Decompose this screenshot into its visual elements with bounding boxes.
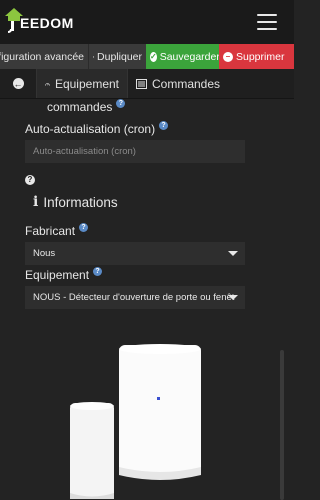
informations-text: Informations	[43, 194, 118, 210]
tab-commandes[interactable]: Commandes	[128, 69, 228, 98]
informations-heading: i Informations	[33, 194, 118, 210]
equipment-select[interactable]: NOUS - Détecteur d'ouverture de porte ou…	[25, 286, 245, 309]
copy-icon	[93, 55, 94, 58]
commandes-text: commandes	[47, 100, 113, 114]
minus-circle-icon: –	[223, 51, 233, 62]
tab-commandes-label: Commandes	[152, 76, 221, 91]
equipment-value: NOUS - Détecteur d'ouverture de porte ou…	[33, 292, 235, 303]
help-icon[interactable]: ?	[93, 266, 103, 276]
advanced-config-label: Configuration avancée	[0, 50, 84, 63]
manufacturer-select[interactable]: Nous	[25, 242, 245, 265]
caret-down-icon	[228, 295, 238, 300]
auto-refresh-input[interactable]: Auto-actualisation (cron)	[25, 140, 245, 163]
scrollbar[interactable]	[280, 350, 284, 500]
top-navbar: EEDOM	[0, 0, 294, 44]
arrow-left-icon: ←	[12, 78, 24, 89]
tab-equipement[interactable]: Equipement	[36, 69, 128, 98]
equipment-label: Equipement ?	[25, 266, 103, 282]
caret-down-icon	[228, 251, 238, 256]
auto-refresh-text: Auto-actualisation (cron)	[25, 122, 156, 136]
delete-button[interactable]: – Supprimer	[219, 44, 294, 69]
gauge-icon	[45, 82, 50, 86]
save-label: Sauvegarder	[159, 50, 220, 63]
equipment-text: Equipement	[25, 268, 90, 282]
auto-refresh-label: Auto-actualisation (cron) ?	[25, 120, 169, 136]
app-brand: EEDOM	[20, 15, 74, 31]
check-circle-icon: ✓	[150, 51, 157, 62]
help-icon[interactable]: ?	[159, 120, 169, 130]
help-icon[interactable]: ?	[79, 222, 89, 232]
commandes-label: commandes ?	[47, 99, 126, 114]
advanced-config-button[interactable]: Configuration avancée	[0, 44, 88, 69]
menu-icon[interactable]	[257, 14, 277, 30]
tab-bar: ← Equipement Commandes	[0, 69, 294, 99]
duplicate-label: Dupliquer	[97, 50, 142, 63]
manufacturer-value: Nous	[33, 248, 56, 259]
app-logo[interactable]: EEDOM	[4, 7, 74, 37]
help-icon[interactable]: ?	[116, 99, 126, 108]
action-bar: Configuration avancée Dupliquer ✓ Sauveg…	[0, 44, 294, 69]
list-icon	[136, 78, 147, 89]
info-icon: i	[33, 194, 39, 210]
tab-equipement-label: Equipement	[54, 76, 119, 91]
duplicate-button[interactable]: Dupliquer	[88, 44, 146, 69]
manufacturer-text: Fabricant	[25, 224, 76, 238]
save-button[interactable]: ✓ Sauvegarder	[146, 44, 220, 69]
product-image	[70, 344, 201, 499]
tab-back[interactable]: ←	[0, 69, 36, 98]
delete-label: Supprimer	[236, 50, 285, 63]
cron-help[interactable]: ?	[25, 169, 35, 187]
auto-refresh-placeholder: Auto-actualisation (cron)	[33, 146, 136, 157]
manufacturer-label: Fabricant ?	[25, 222, 89, 238]
question-circle-icon: ?	[25, 174, 35, 185]
